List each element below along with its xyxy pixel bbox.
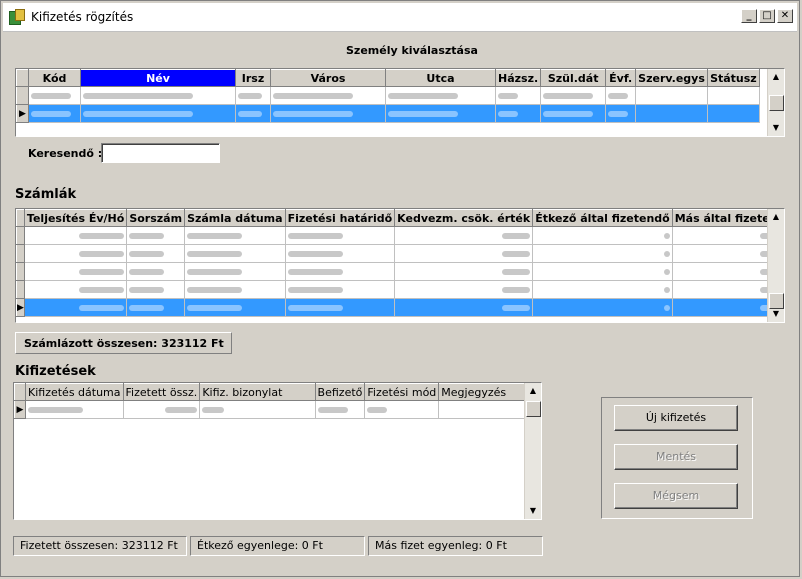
row-indicator-current: ▶ <box>14 400 26 419</box>
scroll-thumb[interactable] <box>526 401 541 417</box>
table-row[interactable] <box>16 86 760 105</box>
col-hazsz[interactable]: Házsz. <box>494 69 542 87</box>
cancel-button[interactable]: Mégsem <box>614 483 738 509</box>
row-indicator <box>16 262 25 281</box>
table-row[interactable]: 0 <box>16 280 784 299</box>
table-row[interactable]: ▶ <box>14 400 541 419</box>
col-statusz[interactable]: Státusz <box>706 69 760 87</box>
col-fizetett-ossz[interactable]: Fizetett össz. <box>122 383 201 401</box>
payments-grid[interactable]: Kifizetés dátuma Fizetett össz. Kifiz. b… <box>13 382 542 520</box>
col-utca[interactable]: Utca <box>385 69 496 87</box>
scroll-up-icon[interactable]: ▲ <box>768 209 784 225</box>
col-szuldat[interactable]: Szül.dát <box>540 69 607 87</box>
window-title: Kifizetés rögzítés <box>31 10 134 24</box>
col-etkezo-fizetendo[interactable]: Étkező által fizetendő <box>532 209 673 227</box>
col-sorszam[interactable]: Sorszám <box>126 209 186 227</box>
search-input[interactable] <box>101 143 220 163</box>
person-section-title: Személy kiválasztása <box>346 44 478 57</box>
col-fizetesi-hatarido[interactable]: Fizetési határidő <box>284 209 396 227</box>
scroll-down-icon[interactable]: ▼ <box>768 120 784 136</box>
maximize-button[interactable]: □ <box>759 9 775 23</box>
scroll-down-icon[interactable]: ▼ <box>768 306 784 322</box>
col-befizeto[interactable]: Befizető <box>314 383 366 401</box>
status-diner-balance: Étkező egyenlege: 0 Ft <box>190 536 365 556</box>
row-indicator <box>16 86 29 105</box>
col-kifizetes-datuma[interactable]: Kifizetés dátuma <box>25 383 124 401</box>
main-window: Kifizetés rögzítés _ □ ✕ Személy kiválas… <box>0 0 800 577</box>
app-icon <box>9 9 25 25</box>
col-irsz[interactable]: Irsz <box>235 69 271 87</box>
col-szervegys[interactable]: Szerv.egys <box>635 69 708 87</box>
invoices-grid[interactable]: Teljesítés Év/Hó Sorszám Számla dátuma F… <box>15 208 785 323</box>
scroll-up-icon[interactable]: ▲ <box>768 69 784 85</box>
row-indicator <box>16 226 25 245</box>
header-indicator <box>16 69 29 87</box>
status-other-balance: Más fizet egyenleg: 0 Ft <box>368 536 543 556</box>
table-row[interactable]: 6 <box>16 226 784 245</box>
invoices-scrollbar[interactable]: ▲ ▼ <box>767 209 784 322</box>
row-indicator <box>16 244 25 263</box>
minimize-button[interactable]: _ <box>741 9 757 23</box>
header-indicator <box>14 383 26 401</box>
invoices-title: Számlák <box>15 187 77 202</box>
table-row[interactable]: ▶ 0 <box>16 298 784 317</box>
close-button[interactable]: ✕ <box>777 9 793 23</box>
search-label: Keresendő : <box>28 147 103 160</box>
person-grid[interactable]: Kód Név Irsz Város Utca Házsz. Szül.dát … <box>15 68 785 137</box>
table-row[interactable]: 4 <box>16 262 784 281</box>
payments-scrollbar[interactable]: ▲ ▼ <box>524 383 541 519</box>
payments-title: Kifizetések <box>15 364 96 379</box>
header-indicator <box>16 209 25 227</box>
table-row[interactable]: ▶ <box>16 104 760 123</box>
title-bar[interactable]: Kifizetés rögzítés _ □ ✕ <box>3 3 797 32</box>
col-varos[interactable]: Város <box>270 69 386 87</box>
scroll-down-icon[interactable]: ▼ <box>525 503 541 519</box>
table-row[interactable]: 0 <box>16 244 784 263</box>
col-szamla-datuma[interactable]: Számla dátuma <box>184 209 286 227</box>
new-payment-button[interactable]: Új kifizetés <box>614 405 738 431</box>
save-button[interactable]: Mentés <box>614 444 738 470</box>
col-kifiz-bizonylat[interactable]: Kifiz. bizonylat <box>199 383 316 401</box>
person-scrollbar[interactable]: ▲ ▼ <box>767 69 784 136</box>
row-indicator-current: ▶ <box>16 298 25 317</box>
col-teljesites[interactable]: Teljesítés Év/Hó <box>23 209 128 227</box>
scroll-up-icon[interactable]: ▲ <box>525 383 541 399</box>
col-kod[interactable]: Kód <box>28 69 81 87</box>
row-indicator <box>16 280 25 299</box>
col-kedvezm[interactable]: Kedvezm. csök. érték <box>394 209 534 227</box>
col-fizetesi-mod[interactable]: Fizetési mód <box>364 383 440 401</box>
col-nev[interactable]: Név <box>80 69 236 87</box>
row-indicator-current: ▶ <box>16 104 29 123</box>
status-paid-total: Fizetett összesen: 323112 Ft <box>13 536 187 556</box>
scroll-thumb[interactable] <box>769 95 784 111</box>
invoiced-total: Számlázott összesen: 323112 Ft <box>15 332 232 354</box>
col-evf[interactable]: Évf. <box>605 69 637 87</box>
